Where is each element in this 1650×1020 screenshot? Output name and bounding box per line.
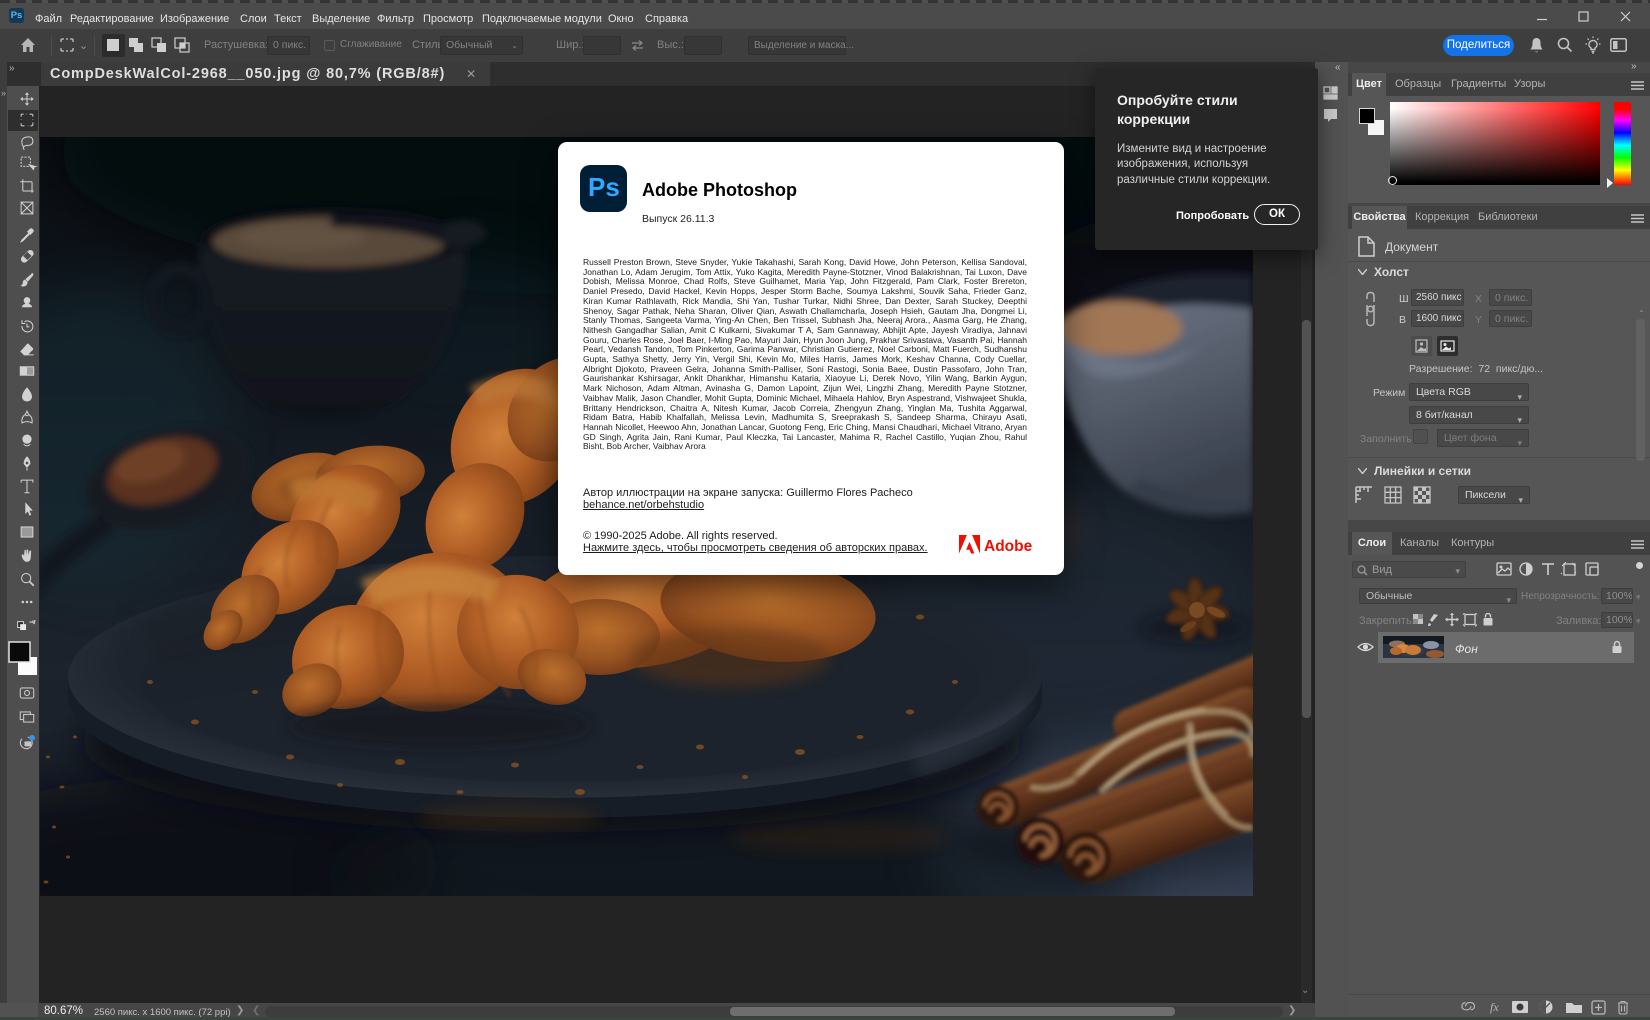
svg-text:Adobe: Adobe [984,538,1033,555]
svg-text:fx: fx [1490,1000,1499,1014]
